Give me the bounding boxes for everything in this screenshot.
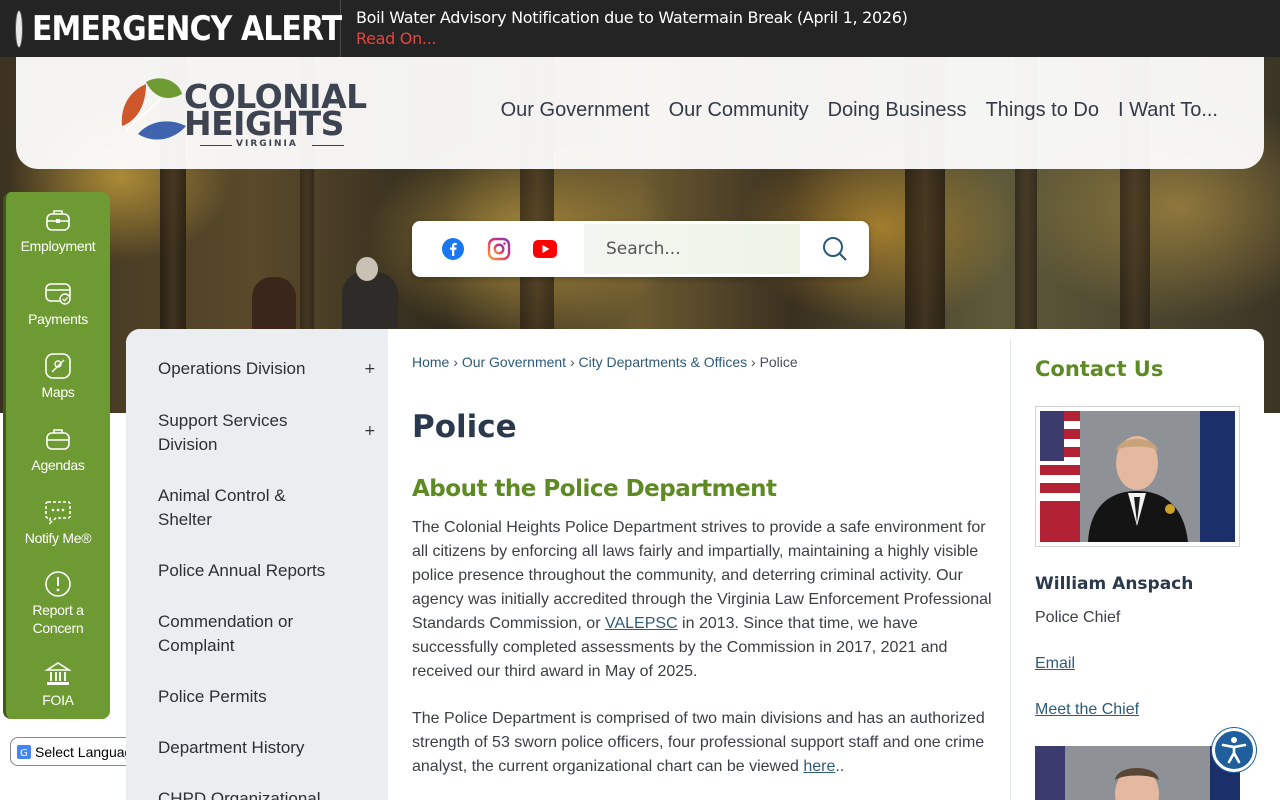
nav-i-want-to[interactable]: I Want To...: [1118, 99, 1218, 122]
nav-our-community[interactable]: Our Community: [669, 99, 809, 122]
main-nav: Our Government Our Community Doing Busin…: [482, 99, 1218, 122]
agenda-briefcase-icon: [46, 429, 70, 450]
quick-link-agendas[interactable]: Agendas: [6, 425, 110, 474]
quick-link-label: Maps: [41, 384, 75, 400]
quick-link-notify-me[interactable]: Notify Me®: [6, 498, 110, 547]
logo-text-virginia: VIRGINIA: [236, 139, 298, 149]
email-link[interactable]: Email: [1035, 655, 1075, 673]
divisions-text-end: ..: [835, 758, 845, 775]
breadcrumb-separator: ›: [751, 354, 756, 370]
quick-link-label: Payments: [28, 311, 88, 327]
search-input[interactable]: Search...: [584, 224, 800, 274]
logo-rule-right: [312, 145, 344, 146]
breadcrumb-home[interactable]: Home: [412, 354, 449, 370]
quick-links-bar: Employment Payments Maps Agendas Notify …: [3, 192, 110, 719]
emergency-alert-read-on-link[interactable]: Read On...: [356, 28, 908, 50]
accessibility-icon: [1221, 737, 1247, 764]
quick-link-label: Notify Me®: [24, 530, 92, 546]
meet-the-chief-link[interactable]: Meet the Chief: [1035, 701, 1139, 719]
chat-bubble-icon: [45, 501, 71, 525]
quick-link-label: FOIA: [42, 692, 74, 708]
sidebar-item-organizational[interactable]: CHPD Organizational: [158, 787, 338, 800]
expand-plus-icon[interactable]: +: [364, 361, 376, 377]
sidebar-item-commendation-complaint[interactable]: Commendation or Complaint: [158, 610, 338, 658]
nav-our-government[interactable]: Our Government: [501, 99, 650, 122]
secondary-photo: [1035, 746, 1240, 800]
chief-name: William Anspach: [1035, 574, 1194, 594]
divisions-paragraph: The Police Department is comprised of tw…: [412, 707, 992, 779]
quick-link-report-concern[interactable]: Report a Concern: [6, 570, 110, 637]
quick-link-employment[interactable]: Employment: [6, 206, 110, 255]
briefcase-icon: [46, 210, 70, 231]
chief-photo: [1040, 411, 1235, 542]
content-panel: Operations Division + Support Services D…: [126, 329, 1264, 800]
government-building-icon: [44, 662, 72, 685]
site-header: COLONIAL HEIGHTS VIRGINIA Our Government…: [16, 57, 1264, 169]
breadcrumb-our-government[interactable]: Our Government: [462, 354, 566, 370]
sidebar-item-operations-division[interactable]: Operations Division: [158, 357, 338, 381]
map-icon: [45, 353, 71, 379]
language-select-label: Select Language: [35, 743, 141, 760]
breadcrumb-separator: ›: [453, 354, 458, 370]
divisions-text-start: The Police Department is comprised of tw…: [412, 710, 985, 775]
sidebar-item-department-history[interactable]: Department History: [158, 736, 338, 760]
facebook-icon: [442, 238, 464, 260]
sidebar-item-animal-control[interactable]: Animal Control & Shelter: [158, 484, 338, 532]
google-translate-icon: G: [17, 744, 31, 759]
breadcrumb-current: Police: [759, 354, 798, 370]
quick-link-label: Report a Concern: [32, 602, 84, 636]
credit-card-icon: [45, 283, 71, 305]
expand-plus-icon[interactable]: +: [364, 423, 376, 439]
logo-text-heights: HEIGHTS: [184, 104, 344, 143]
emergency-alert-message[interactable]: Boil Water Advisory Notification due to …: [356, 7, 908, 28]
svg-text:G: G: [20, 748, 28, 759]
facebook-link[interactable]: [430, 221, 476, 277]
contact-title: Contact Us: [1035, 357, 1164, 381]
chief-photo-frame: [1035, 406, 1240, 547]
emergency-alert-title: EMERGENCY ALERT: [32, 8, 342, 49]
sidebar-nav: Operations Division + Support Services D…: [126, 329, 388, 800]
quick-link-label: Agendas: [31, 457, 85, 473]
quick-link-foia[interactable]: FOIA: [6, 660, 110, 709]
logo-rule-left: [200, 145, 232, 146]
breadcrumb: Home › Our Government › City Departments…: [412, 354, 798, 370]
accessibility-button[interactable]: [1212, 728, 1256, 772]
secondary-portrait-image: [1035, 746, 1240, 800]
city-logo[interactable]: COLONIAL HEIGHTS VIRGINIA: [116, 74, 367, 154]
search-button[interactable]: [800, 221, 869, 277]
org-chart-link[interactable]: here: [803, 758, 835, 775]
youtube-link[interactable]: [522, 221, 568, 277]
about-paragraph: The Colonial Heights Police Department s…: [412, 516, 992, 684]
instagram-icon: [487, 237, 511, 261]
search-icon: [822, 237, 847, 261]
column-divider: [1010, 339, 1011, 800]
chief-role: Police Chief: [1035, 609, 1121, 626]
leaf-logo-icon: [121, 78, 186, 140]
sidebar-item-support-services[interactable]: Support Services Division: [158, 409, 338, 457]
nav-doing-business[interactable]: Doing Business: [828, 99, 967, 122]
section-title: About the Police Department: [412, 476, 777, 502]
quick-link-maps[interactable]: Maps: [6, 352, 110, 401]
alert-light-icon: [16, 10, 22, 47]
instagram-link[interactable]: [476, 221, 522, 277]
emergency-alert-label: EMERGENCY ALERT: [0, 0, 342, 57]
warning-icon: [45, 571, 71, 597]
quick-link-payments[interactable]: Payments: [6, 279, 110, 328]
sidebar-item-annual-reports[interactable]: Police Annual Reports: [158, 559, 338, 583]
nav-things-to-do[interactable]: Things to Do: [986, 99, 1099, 122]
page-title: Police: [412, 409, 517, 445]
quick-link-label: Employment: [20, 238, 96, 254]
valepsc-link[interactable]: VALEPSC: [605, 615, 678, 632]
social-search-bar: Search...: [412, 221, 869, 277]
breadcrumb-departments[interactable]: City Departments & Offices: [579, 354, 748, 370]
sidebar-item-police-permits[interactable]: Police Permits: [158, 685, 338, 709]
youtube-icon: [533, 240, 557, 258]
chief-portrait-image: [1040, 411, 1235, 542]
emergency-alert-bar: EMERGENCY ALERT Boil Water Advisory Noti…: [0, 0, 1280, 57]
breadcrumb-separator: ›: [569, 354, 575, 370]
